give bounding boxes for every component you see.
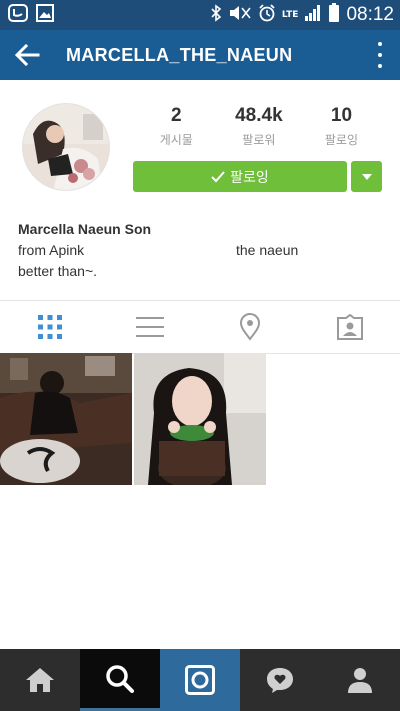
person-icon [348,668,372,693]
bio-line: better than~. [18,263,388,279]
back-arrow-icon [14,44,40,66]
posts-label: 게시물 [159,133,193,147]
camera-icon [185,665,215,695]
bluetooth-icon [210,4,222,26]
alarm-icon [258,4,276,26]
checkmark-icon [211,170,225,182]
bio-text: better than~. [18,263,98,279]
following-button[interactable]: 팔로잉 [133,161,347,192]
profile-username-title: MARCELLA_THE_NAEUN [66,44,293,65]
gallery-icon [36,4,54,26]
following-button-label: 팔로잉 [230,169,269,186]
bio-text: the naeun [236,242,299,258]
bio-line: from Apink the naeun [18,242,388,258]
photo-thumbnail[interactable] [134,353,266,485]
nav-activity[interactable] [240,649,320,711]
list-icon [136,317,164,337]
tab-places[interactable] [200,301,300,353]
nav-camera[interactable] [160,649,240,711]
location-pin-icon [239,313,261,341]
bottom-navigation [0,649,400,711]
nav-profile[interactable] [320,649,400,711]
app-bar: MARCELLA_THE_NAEUN [0,30,400,80]
facebook-messenger-icon [8,3,28,27]
profile-bio: Marcella Naeun Son from Apink the naeun … [18,221,388,279]
followers-count: 48.4k [235,105,283,126]
status-time: 08:12 [346,4,394,25]
status-bar-notifications [0,3,54,27]
search-icon [106,664,134,693]
posts-count: 2 [171,105,182,126]
followers-label: 팔로워 [242,133,276,147]
following-label: 팔로잉 [324,133,358,147]
mute-icon [228,4,252,26]
more-vert-icon [378,42,382,46]
following-stat[interactable]: 10 팔로잉 [300,105,383,148]
home-icon [26,668,54,692]
back-button[interactable] [0,30,54,80]
profile-avatar[interactable] [22,103,110,191]
photo-grid [0,353,400,485]
profile-view-tabs [0,301,400,353]
followers-stat[interactable]: 48.4k 팔로워 [218,105,301,148]
lte-icon: LTE [281,9,299,20]
bio-text: from Apink [18,242,85,258]
tab-grid-view[interactable] [0,301,100,353]
grid-icon [38,315,62,339]
nav-search[interactable] [80,649,160,711]
tab-list-view[interactable] [100,301,200,353]
heart-bubble-icon [267,668,293,693]
status-bar: LTE 08:12 [0,0,400,30]
nav-home[interactable] [0,649,80,711]
instagram-profile-screen: LTE 08:12 MARCELLA_THE_NAEUN 2 게시물 48.4k… [0,0,400,711]
profile-full-name: Marcella Naeun Son [18,221,152,237]
posts-stat[interactable]: 2 게시물 [135,105,218,148]
tab-tagged[interactable] [300,301,400,353]
status-bar-system: LTE 08:12 [210,0,394,30]
follow-options-dropdown[interactable] [351,161,382,192]
tagged-person-icon [337,314,363,340]
signal-icon [304,4,322,26]
following-count: 10 [330,105,353,126]
more-options-button[interactable] [374,42,386,68]
photo-thumbnail[interactable] [0,353,132,485]
caret-down-icon [361,173,372,180]
battery-icon [328,3,340,27]
profile-stats: 2 게시물 48.4k 팔로워 10 팔로잉 [135,105,383,148]
